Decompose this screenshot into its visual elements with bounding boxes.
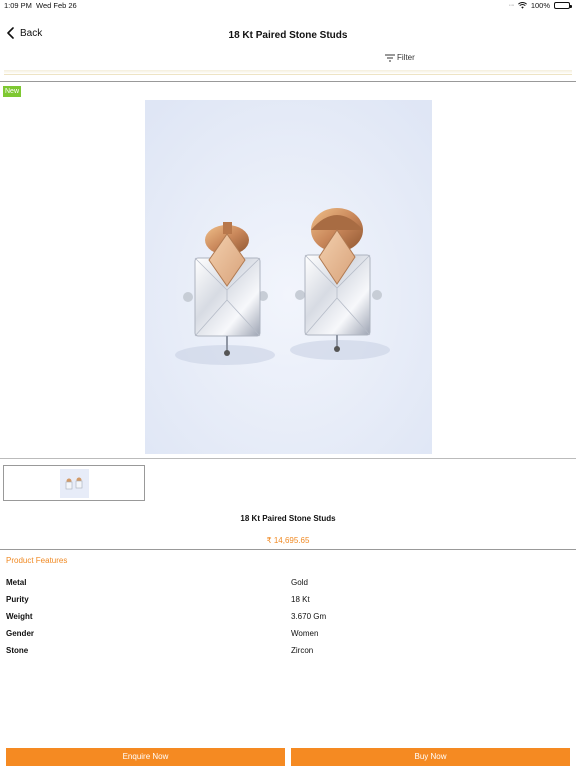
filter-button[interactable]: Filter [385,53,415,62]
feature-row: Metal Gold [6,578,566,595]
filter-label: Filter [397,53,415,62]
status-right: ···· 100% [508,1,572,10]
feature-key: Gender [6,629,35,638]
page-title: 18 Kt Paired Stone Studs [228,30,348,41]
product-price: ₹ 14,695.65 [266,536,310,545]
thumbnail-image[interactable] [60,469,89,498]
status-bar: 1:09 PM Wed Feb 26 ···· 100% [0,0,576,12]
feature-value: Zircon [291,646,314,655]
feature-key: Weight [6,612,33,621]
filter-row: Filter [0,50,576,72]
divider [0,549,576,550]
bottom-action-bar: Enquire Now Buy Now [0,748,576,768]
signal-dots-icon: ···· [508,2,514,9]
feature-value: Women [291,629,319,638]
feature-row: Purity 18 Kt [6,595,566,612]
features-heading: Product Features [6,556,68,565]
status-time: 1:09 PM [4,1,32,10]
product-image[interactable] [145,100,432,454]
feature-row: Gender Women [6,629,566,646]
feature-value: 18 Kt [291,595,310,604]
feature-key: Purity [6,595,29,604]
divider [0,458,576,459]
earrings-image [145,100,432,454]
feature-value: Gold [291,578,308,587]
enquire-now-button[interactable]: Enquire Now [6,748,285,766]
earrings-thumbnail [60,469,89,498]
feature-value: 3.670 Gm [291,612,327,621]
filter-divider [4,70,572,75]
status-date: Wed Feb 26 [36,1,77,10]
feature-row: Stone Zircon [6,646,566,663]
feature-key: Stone [6,646,29,655]
battery-icon [554,2,572,9]
battery-percent: 100% [530,1,550,10]
divider [0,81,576,82]
wifi-icon [517,2,527,9]
features-table: Metal Gold Purity 18 Kt Weight 3.670 Gm … [6,578,566,663]
buy-now-button[interactable]: Buy Now [291,748,570,766]
new-badge: New [3,86,22,97]
filter-icon [385,54,395,61]
product-name: 18 Kt Paired Stone Studs [240,514,336,523]
feature-row: Weight 3.670 Gm [6,612,566,629]
thumbnail-strip [3,465,145,501]
feature-key: Metal [6,578,27,587]
